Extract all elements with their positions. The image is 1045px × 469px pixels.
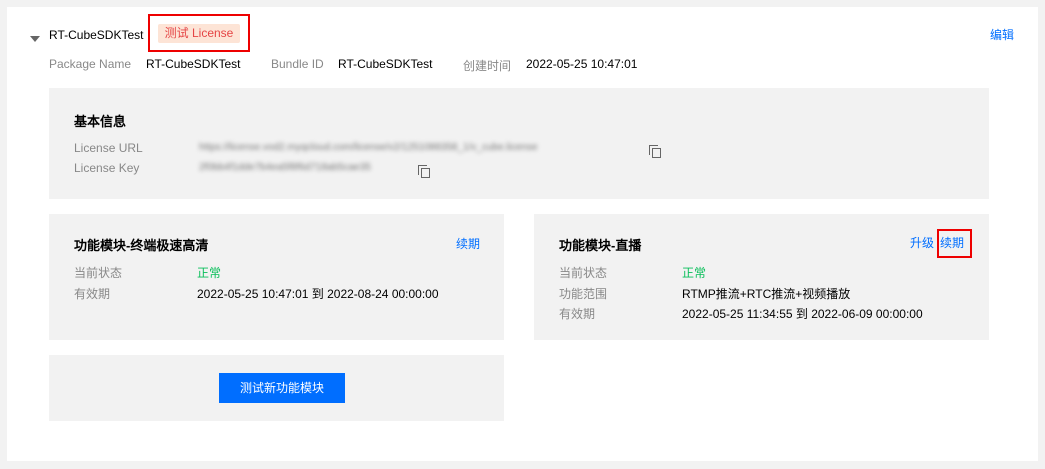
caret-down-icon[interactable] [30,36,40,42]
test-new-module-button[interactable]: 测试新功能模块 [219,373,345,403]
module-hd-title: 功能模块-终端极速高清 [74,238,209,253]
scope-value: RTMP推流+RTC推流+视频播放 [682,287,851,301]
module-hd-renew-link[interactable]: 续期 [456,235,480,252]
copy-icon[interactable] [418,165,430,178]
license-key-label: License Key [74,161,140,175]
license-url-label: License URL [74,141,143,155]
validity-label: 有效期 [559,307,596,321]
license-url-value: https://license.vod2.myqcloud.com/licens… [199,142,538,153]
edit-link[interactable]: 编辑 [990,26,1014,43]
module-panel-hd: 功能模块-终端极速高清 续期 当前状态 正常 有效期 2022-05-25 10… [49,214,504,340]
module-live-title: 功能模块-直播 [559,238,642,253]
app-name: RT-CubeSDKTest [49,28,144,42]
basic-info-panel: 基本信息 License URL https://license.vod2.my… [49,88,989,199]
bundle-id-label: Bundle ID [271,57,324,71]
bundle-id-value: RT-CubeSDKTest [338,57,433,71]
module-panel-live: 功能模块-直播 升级 续期 当前状态 正常 功能范围 RTMP推流+RTC推流+… [534,214,989,340]
status-value: 正常 [682,266,707,280]
validity-value: 2022-05-25 11:34:55 到 2022-06-09 00:00:0… [682,307,923,321]
package-name-label: Package Name [49,57,132,71]
validity-label: 有效期 [74,287,111,301]
validity-value: 2022-05-25 10:47:01 到 2022-08-24 00:00:0… [197,287,439,301]
tag-highlight: 测试 License [148,14,250,52]
package-name-value: RT-CubeSDKTest [146,57,241,71]
scope-label: 功能范围 [559,287,608,301]
status-label: 当前状态 [559,266,608,280]
created-time-label: 创建时间 [463,59,512,73]
test-license-tag: 测试 License [158,24,240,43]
module-live-upgrade-link[interactable]: 升级 [910,234,934,251]
license-card: RT-CubeSDKTest 测试 License 编辑 Package Nam… [7,7,1038,461]
created-time-value: 2022-05-25 10:47:01 [526,57,638,71]
license-key-value: 2f0bb4f1dde7b4ea5f8f6d718ab5cae35 [199,162,371,173]
status-value: 正常 [197,266,222,280]
copy-icon[interactable] [649,145,661,158]
status-label: 当前状态 [74,266,123,280]
renew-highlight [937,229,972,258]
basic-info-title: 基本信息 [74,114,127,129]
